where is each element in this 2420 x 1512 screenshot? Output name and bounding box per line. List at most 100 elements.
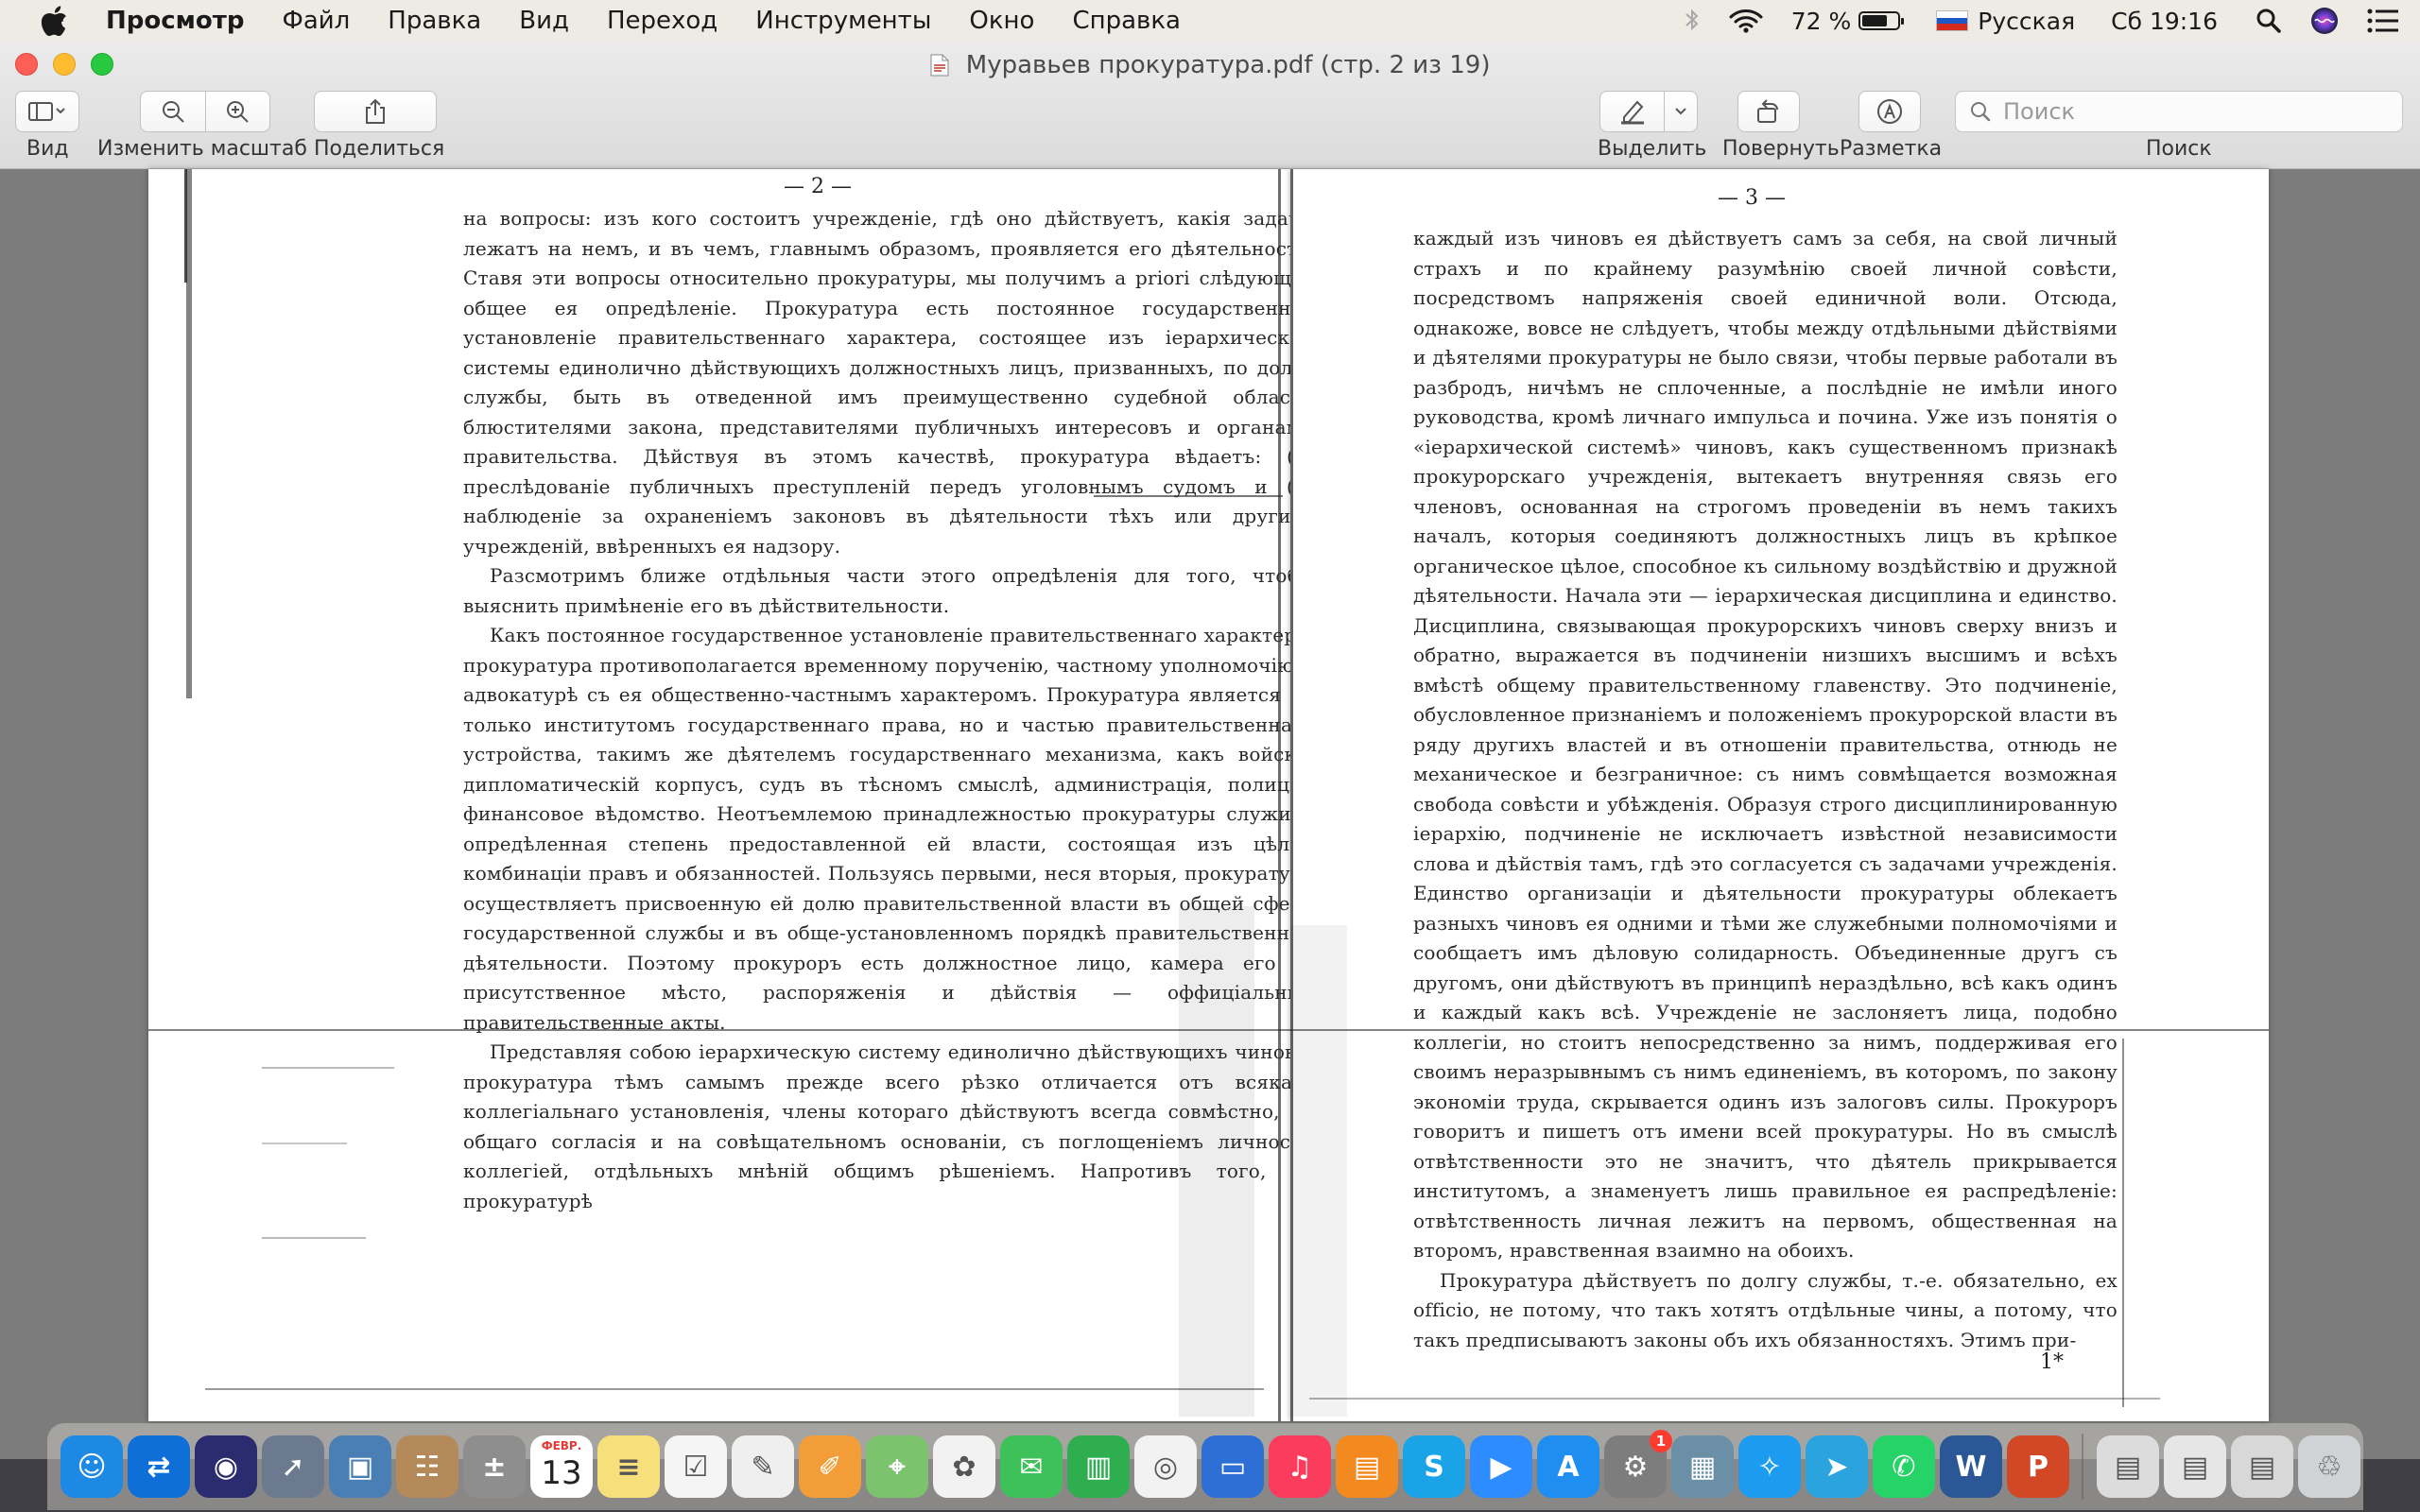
rotate-label: Повернуть bbox=[1722, 137, 1840, 161]
signature-mark: 1* bbox=[2040, 1350, 2064, 1374]
telegram-icon[interactable]: ➤ bbox=[1806, 1435, 1868, 1498]
dock-separator bbox=[2082, 1434, 2083, 1500]
paragraph: Разсмотримъ ближе отдѣльныя части этого … bbox=[463, 564, 1290, 617]
siri-dock-icon[interactable]: ◉ bbox=[195, 1435, 257, 1498]
calendar-icon[interactable]: ФЕВР. 13 bbox=[530, 1435, 593, 1498]
wifi-icon[interactable] bbox=[1729, 9, 1763, 33]
image-capture-icon[interactable]: ▦ bbox=[1671, 1435, 1734, 1498]
menu-file[interactable]: Файл bbox=[282, 7, 350, 35]
finder-icon[interactable]: ☺ bbox=[60, 1435, 123, 1498]
contacts-icon[interactable]: ☷ bbox=[396, 1435, 458, 1498]
title-bar: Муравьев прокуратура.pdf (стр. 2 из 19) … bbox=[0, 42, 2420, 169]
zoom-icon[interactable]: ▶ bbox=[1470, 1435, 1532, 1498]
notification-center-icon[interactable] bbox=[2367, 9, 2399, 33]
search-icon bbox=[1971, 102, 1991, 122]
battery-icon bbox=[1858, 11, 1905, 30]
menu-go[interactable]: Переход bbox=[607, 7, 717, 35]
photos-icon[interactable]: ✿ bbox=[933, 1435, 995, 1498]
documents-stack-icon[interactable]: ▤ bbox=[2164, 1435, 2226, 1498]
page-number-left: — 2 — bbox=[784, 175, 852, 198]
notification-badge: 1 bbox=[1650, 1430, 1672, 1452]
pdf-file-icon bbox=[930, 54, 949, 77]
chevron-down-icon bbox=[1675, 108, 1686, 115]
menu-edit[interactable]: Правка bbox=[388, 7, 481, 35]
zoom-control bbox=[140, 91, 270, 132]
downloads-stack-icon[interactable]: ▤ bbox=[2097, 1435, 2159, 1498]
highlight-options-button[interactable] bbox=[1665, 92, 1697, 131]
launchpad-icon[interactable]: ➚ bbox=[262, 1435, 324, 1498]
menu-view[interactable]: Вид bbox=[519, 7, 569, 35]
calculator-icon[interactable]: ± bbox=[463, 1435, 526, 1498]
highlight-control bbox=[1599, 91, 1698, 132]
zoom-out-button[interactable] bbox=[141, 92, 205, 131]
siri-icon[interactable] bbox=[2310, 7, 2339, 35]
textedit-icon[interactable]: ✎ bbox=[732, 1435, 794, 1498]
highlight-button[interactable] bbox=[1600, 92, 1664, 131]
apple-icon[interactable] bbox=[36, 3, 72, 39]
paragraph: Прокуратура дѣйствуетъ по долгу службы, … bbox=[1413, 1268, 2118, 1351]
zoom-in-button[interactable] bbox=[206, 92, 270, 131]
numbers-icon[interactable]: ▥ bbox=[1067, 1435, 1130, 1498]
zoom-in-icon bbox=[227, 101, 249, 123]
share-button[interactable] bbox=[314, 91, 437, 132]
chrome-icon[interactable]: ◎ bbox=[1134, 1435, 1197, 1498]
safari-icon[interactable]: ✧ bbox=[1738, 1435, 1801, 1498]
rotate-button[interactable] bbox=[1737, 91, 1800, 132]
spotlight-icon[interactable] bbox=[2256, 8, 2282, 34]
app-store-icon[interactable]: A bbox=[1537, 1435, 1599, 1498]
input-source[interactable]: Русская bbox=[1936, 8, 2075, 35]
window-title: Муравьев прокуратура.pdf (стр. 2 из 19) bbox=[965, 51, 1491, 79]
notes-icon[interactable]: ≡ bbox=[597, 1435, 660, 1498]
music-icon[interactable]: ♫ bbox=[1269, 1435, 1331, 1498]
search-field[interactable] bbox=[1955, 91, 2403, 132]
pdf-page-2[interactable]: — 2 — на вопросы: изъ кого состоитъ учре… bbox=[148, 169, 1290, 1421]
sidebar-icon bbox=[28, 102, 65, 121]
search-label: Поиск bbox=[2146, 137, 2212, 161]
menu-app-name[interactable]: Просмотр bbox=[106, 7, 244, 35]
preview-window: Муравьев прокуратура.pdf (стр. 2 из 19) … bbox=[0, 42, 2420, 1459]
paragraph: Представляя собою іерархическую систему … bbox=[463, 1040, 1290, 1212]
skype-icon[interactable]: S bbox=[1403, 1435, 1465, 1498]
calendar-month: ФЕВР. bbox=[541, 1439, 582, 1452]
whatsapp-icon[interactable]: ✆ bbox=[1873, 1435, 1935, 1498]
menu-window[interactable]: Окно bbox=[969, 7, 1034, 35]
pdf-page-3[interactable]: — 3 — каждый изъ чиновъ ея дѣйствуетъ са… bbox=[1290, 169, 2269, 1421]
markup-label: Разметка bbox=[1840, 137, 1943, 161]
system-preferences-icon[interactable]: ⚙ 1 bbox=[1604, 1430, 1672, 1498]
highlight-label: Выделить bbox=[1598, 137, 1707, 161]
word-icon[interactable]: W bbox=[1940, 1435, 2002, 1498]
maps-icon[interactable]: ⌖ bbox=[866, 1435, 928, 1498]
powerpoint-icon[interactable]: P bbox=[2007, 1435, 2069, 1498]
trash-icon[interactable]: ♲ bbox=[2298, 1435, 2360, 1498]
reminders-icon[interactable]: ☑ bbox=[665, 1435, 727, 1498]
highlighter-icon bbox=[1620, 100, 1644, 125]
keynote-icon[interactable]: ▭ bbox=[1201, 1435, 1264, 1498]
menu-help[interactable]: Справка bbox=[1072, 7, 1181, 35]
desktop-stack-icon[interactable]: ▤ bbox=[2231, 1435, 2293, 1498]
books-icon[interactable]: ▤ bbox=[1336, 1435, 1398, 1498]
paragraph: на вопросы: изъ кого состоитъ учрежденіе… bbox=[463, 207, 1290, 558]
teamviewer-icon[interactable]: ⇄ bbox=[128, 1435, 190, 1498]
clock[interactable]: Сб 19:16 bbox=[2111, 8, 2218, 35]
flag-ru-icon bbox=[1936, 10, 1969, 31]
markup-pen-icon bbox=[1877, 99, 1902, 124]
window-title-row: Муравьев прокуратура.pdf (стр. 2 из 19) bbox=[0, 51, 2420, 79]
paragraph: Какъ постоянное государственное установл… bbox=[463, 624, 1290, 1034]
search-input[interactable] bbox=[1996, 97, 2383, 126]
share-icon bbox=[366, 98, 385, 124]
markup-button[interactable] bbox=[1858, 91, 1921, 132]
input-language: Русская bbox=[1978, 7, 2076, 35]
battery-status[interactable]: 72 % bbox=[1791, 8, 1905, 35]
page-left-text: на вопросы: изъ кого состоитъ учрежденіе… bbox=[463, 204, 1290, 1216]
rotate-icon bbox=[1757, 99, 1778, 123]
document-viewer[interactable]: — 2 — на вопросы: изъ кого состоитъ учре… bbox=[0, 169, 2420, 1459]
preview-icon[interactable]: ▣ bbox=[329, 1435, 391, 1498]
messages-icon[interactable]: ✉ bbox=[1000, 1435, 1063, 1498]
page-number-right: — 3 — bbox=[1718, 186, 1786, 210]
view-menu-button[interactable] bbox=[15, 91, 79, 132]
bluetooth-icon[interactable] bbox=[1684, 8, 1701, 34]
pages-icon[interactable]: ✐ bbox=[799, 1435, 861, 1498]
menu-tools[interactable]: Инструменты bbox=[755, 7, 931, 35]
zoom-label: Изменить масштаб bbox=[97, 137, 307, 161]
dock: ☺ ⇄ ◉ ➚ ▣ ☷ ± ФЕВР. 13 ≡ ☑ ✎ ✐ ⌖ ✿ ✉ ▥ ◎ ▭ ♫ ▤ S ▶ A ⚙ 1 ▦ ✧ ➤ ✆ W P ▤ ▤ ▤… bbox=[47, 1423, 2363, 1510]
